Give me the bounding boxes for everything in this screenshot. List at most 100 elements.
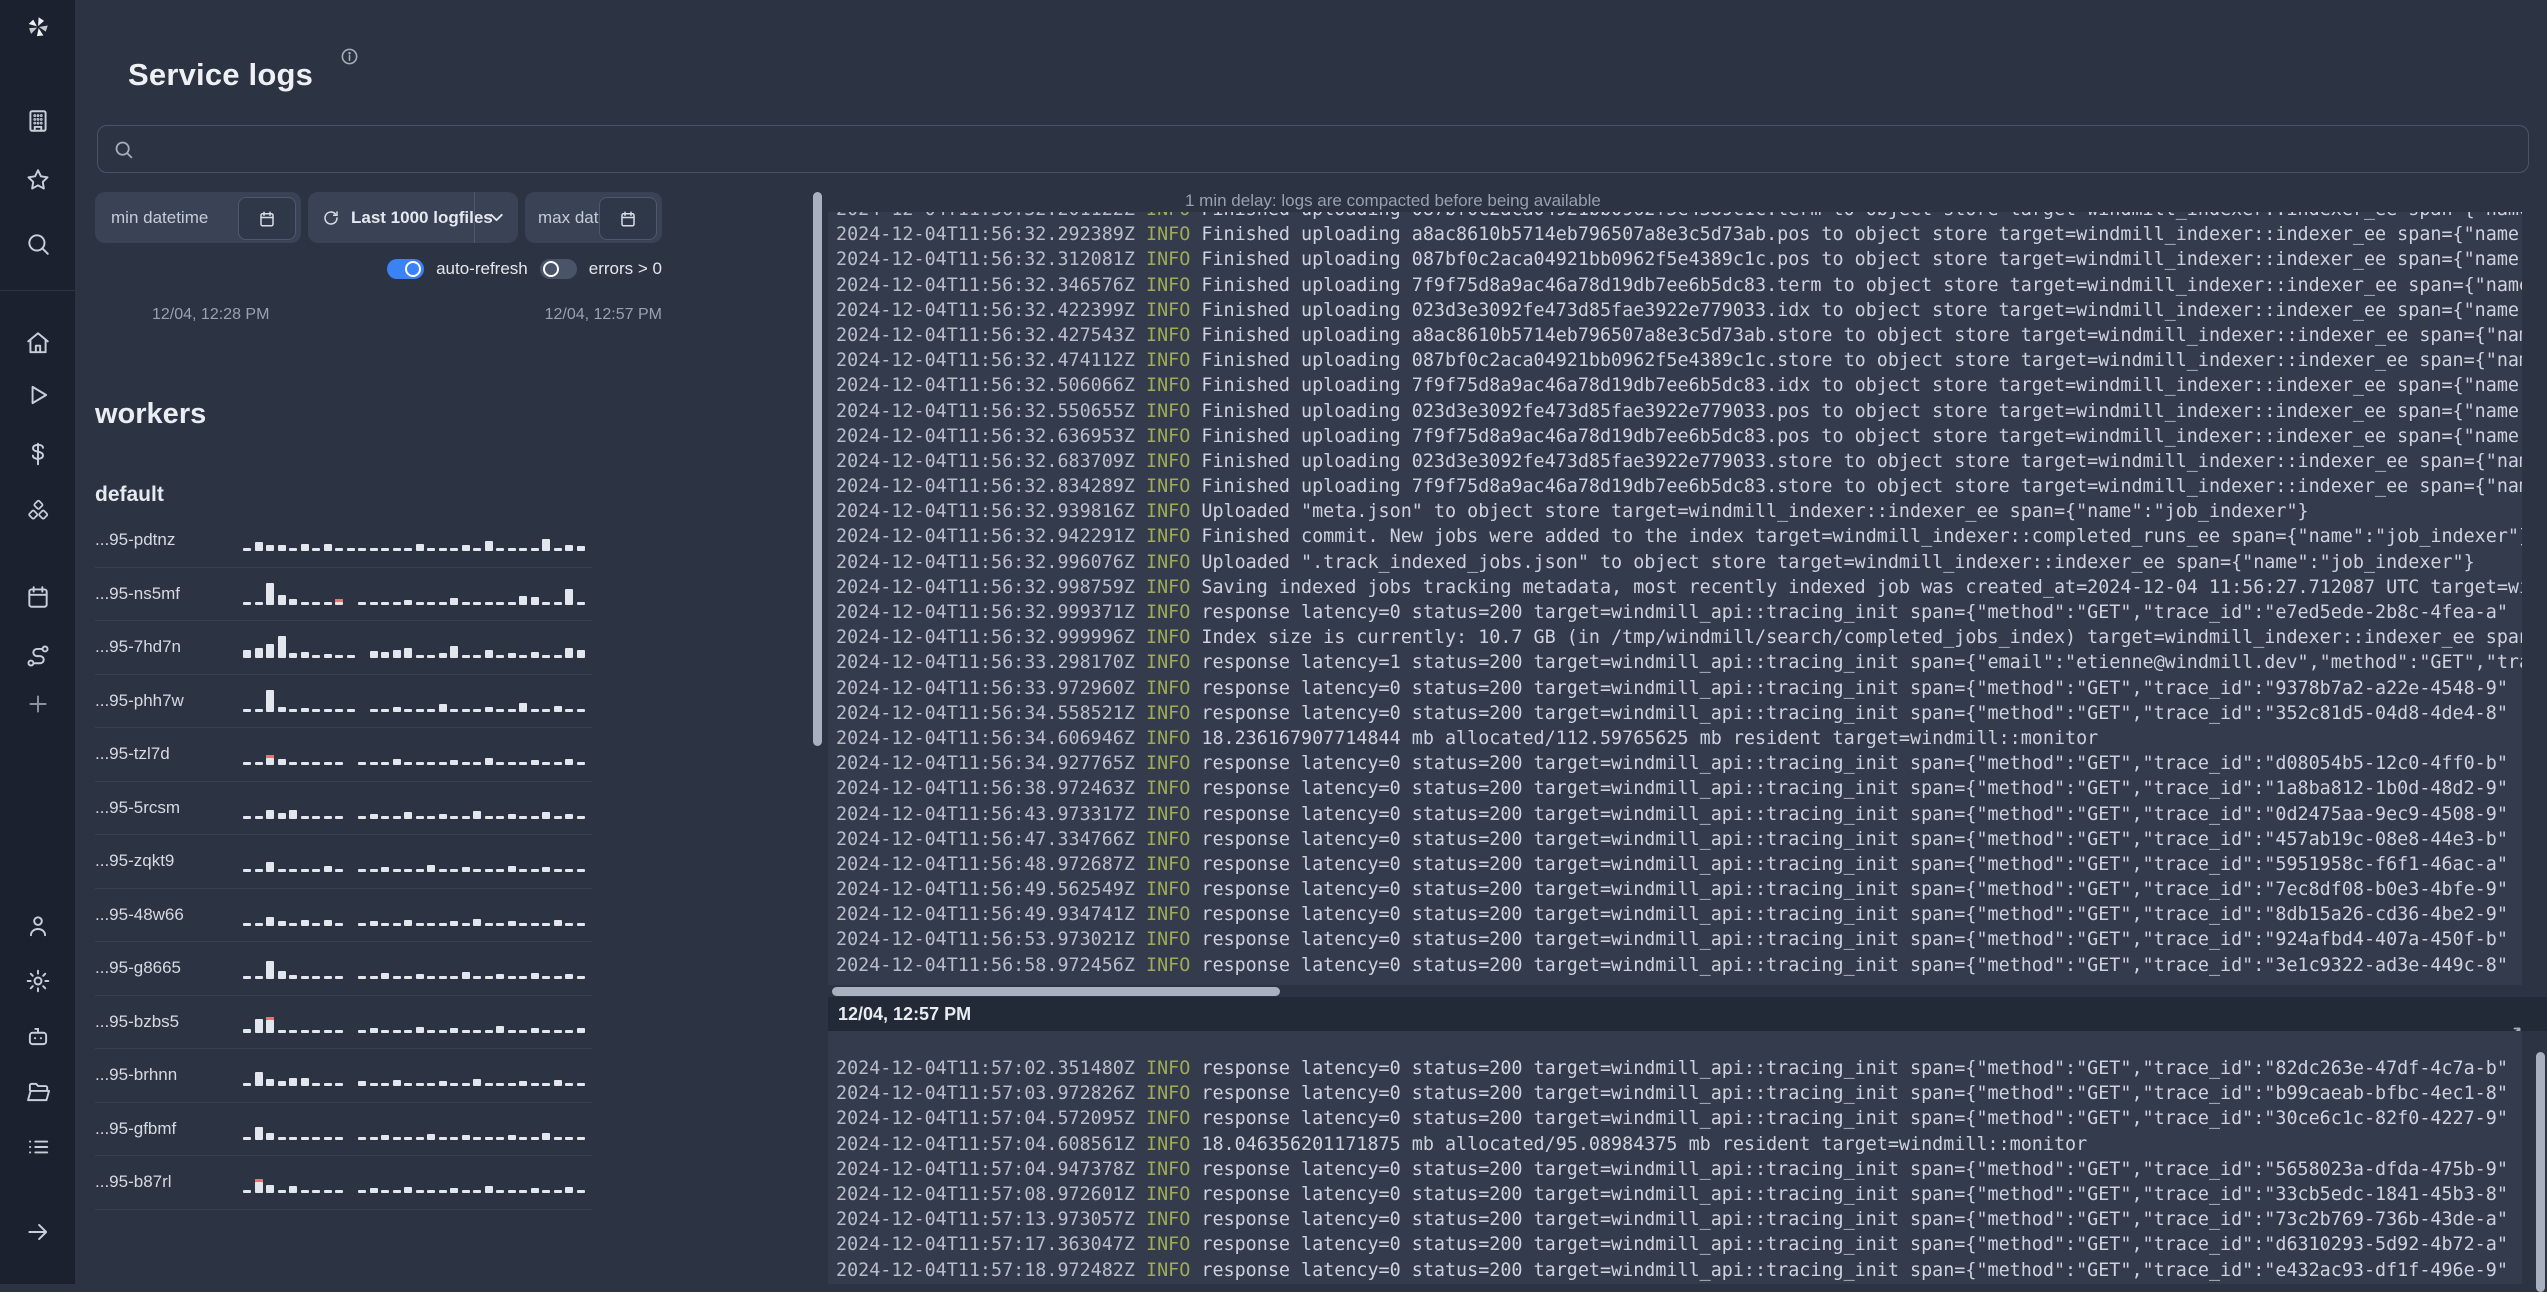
log-line: 2024-12-04T11:56:32.312081Z INFO Finishe… [836, 249, 2522, 271]
workers-scrollbar[interactable] [813, 192, 822, 746]
log-line: 2024-12-04T11:56:32.996076Z INFO Uploade… [836, 551, 2475, 573]
route-icon[interactable] [25, 643, 51, 669]
min-datetime-placeholder: min datetime [111, 207, 209, 227]
worker-row[interactable]: ...95-ns5mf [95, 568, 592, 621]
log-line: 2024-12-04T11:56:32.550655Z INFO Finishe… [836, 400, 2522, 422]
windmill-logo-icon[interactable] [25, 14, 51, 40]
log-line: 2024-12-04T11:56:32.422399Z INFO Finishe… [836, 299, 2522, 321]
errors-label: errors > 0 [588, 259, 662, 278]
log-section-2-header: 12/04, 12:57 PM [828, 997, 2547, 1031]
log-line: 2024-12-04T11:56:33.298170Z INFO respons… [836, 652, 2522, 674]
building-icon[interactable] [25, 108, 51, 134]
worker-name: ...95-bzbs5 [95, 1011, 180, 1031]
errors-toggle[interactable] [539, 259, 577, 279]
worker-activity-sparkline [243, 1169, 592, 1194]
worker-activity-sparkline [243, 634, 592, 659]
calendar-icon [621, 211, 635, 226]
log-line: 2024-12-04T11:57:08.972601Z INFO respons… [836, 1183, 2508, 1205]
worker-row[interactable]: ...95-5rcsm [95, 782, 592, 835]
worker-name: ...95-tzl7d [95, 744, 170, 764]
workers-heading: workers [95, 398, 207, 431]
worker-name: ...95-brhnn [95, 1065, 178, 1085]
log-horizontal-scrollbar[interactable] [832, 987, 1280, 996]
min-datetime-input[interactable]: min datetime [95, 192, 301, 243]
logfiles-select[interactable]: Last 1000 logfiles [308, 192, 518, 243]
logfiles-select-value: Last 1000 logfiles [351, 207, 493, 227]
list-icon[interactable] [25, 1134, 51, 1160]
log-line: 2024-12-04T11:56:32.292389Z INFO Finishe… [836, 224, 2522, 246]
delay-notice: 1 min delay: logs are compacted before b… [1185, 191, 1601, 210]
log-line: 2024-12-04T11:56:32.942291Z INFO Finishe… [836, 526, 2522, 548]
sidebar-divider [0, 290, 75, 291]
worker-name: ...95-g8665 [95, 958, 182, 978]
worker-name: ...95-pdtnz [95, 530, 176, 550]
log-vertical-scrollbar[interactable] [2536, 1052, 2545, 1292]
log-section-2[interactable]: 2024-12-04T11:57:02.351480Z INFO respons… [828, 1031, 2522, 1284]
info-icon[interactable] [340, 47, 359, 66]
log-line: 2024-12-04T11:56:32.999996Z INFO Index s… [836, 627, 2522, 649]
user-icon[interactable] [25, 913, 51, 939]
worker-row[interactable]: ...95-7hd7n [95, 621, 592, 675]
worker-activity-sparkline [243, 848, 592, 873]
log-line: 2024-12-04T11:56:34.558521Z INFO respons… [836, 702, 2508, 724]
worker-row[interactable]: ...95-bzbs5 [95, 996, 592, 1049]
worker-activity-sparkline [243, 581, 592, 605]
home-icon[interactable] [25, 330, 51, 356]
log-section-2-time: 12/04, 12:57 PM [838, 1003, 972, 1024]
worker-row[interactable]: ...95-g8665 [95, 942, 592, 996]
robot-icon[interactable] [25, 1023, 51, 1049]
log-line: 2024-12-04T11:56:32.636953Z INFO Finishe… [836, 425, 2522, 447]
worker-row[interactable]: ...95-b87rl [95, 1156, 592, 1210]
log-line: 2024-12-04T11:57:18.972482Z INFO respons… [836, 1259, 2508, 1281]
chevron-down-icon[interactable] [486, 207, 507, 228]
calendar-icon [260, 211, 274, 226]
worker-row[interactable]: ...95-48w66 [95, 889, 592, 942]
worker-row[interactable]: ...95-gfbmf [95, 1103, 592, 1156]
calendar-nav-icon[interactable] [25, 584, 51, 610]
log-line: 2024-12-04T11:56:34.927765Z INFO respons… [836, 753, 2508, 775]
worker-name: ...95-phh7w [95, 690, 184, 710]
folder-icon[interactable] [25, 1079, 51, 1105]
worker-row[interactable]: ...95-brhnn [95, 1049, 592, 1103]
worker-row[interactable]: ...95-phh7w [95, 675, 592, 728]
arrow-right-icon[interactable] [25, 1219, 51, 1245]
worker-name: ...95-5rcsm [95, 797, 181, 817]
max-calendar-button[interactable] [599, 197, 657, 240]
log-line: 2024-12-04T11:57:03.972826Z INFO respons… [836, 1083, 2508, 1105]
worker-activity-sparkline [243, 1116, 592, 1140]
search-input[interactable] [97, 125, 2529, 173]
log-line: 2024-12-04T11:56:53.973021Z INFO respons… [836, 929, 2508, 951]
log-section-1[interactable]: 2024-12-04T11:56:32.201122Z INFO Finishe… [828, 212, 2522, 985]
dollar-icon[interactable] [25, 441, 51, 467]
log-line: 2024-12-04T11:57:04.608561Z INFO 18.0463… [836, 1133, 2088, 1155]
star-icon[interactable] [25, 167, 51, 193]
worker-row[interactable]: ...95-tzl7d [95, 728, 592, 782]
toggle-knob [542, 261, 559, 277]
play-icon[interactable] [25, 382, 51, 408]
worker-activity-sparkline [243, 795, 592, 819]
worker-name: ...95-zqkt9 [95, 851, 175, 871]
cubes-icon[interactable] [25, 499, 51, 525]
worker-row[interactable]: ...95-pdtnz [95, 514, 592, 568]
log-line: 2024-12-04T11:56:32.201122Z INFO Finishe… [836, 212, 2522, 222]
plus-icon[interactable] [25, 691, 51, 717]
log-line: 2024-12-04T11:57:04.947378Z INFO respons… [836, 1158, 2508, 1180]
max-datetime-input[interactable]: max datetime [525, 192, 662, 243]
min-calendar-button[interactable] [238, 197, 296, 240]
gear-icon[interactable] [25, 968, 51, 994]
worker-name: ...95-b87rl [95, 1172, 172, 1192]
log-line: 2024-12-04T11:56:43.973317Z INFO respons… [836, 803, 2508, 825]
log-line: 2024-12-04T11:56:32.939816Z INFO Uploade… [836, 501, 2309, 523]
auto-refresh-toggle[interactable] [387, 259, 425, 279]
search-nav-icon[interactable] [25, 231, 51, 257]
log-line: 2024-12-04T11:56:49.562549Z INFO respons… [836, 879, 2508, 901]
auto-refresh-label: auto-refresh [436, 259, 528, 278]
log-line: 2024-12-04T11:57:04.572095Z INFO respons… [836, 1108, 2508, 1130]
log-line: 2024-12-04T11:56:32.474112Z INFO Finishe… [836, 350, 2522, 372]
log-line: 2024-12-04T11:56:34.606946Z INFO 18.2361… [836, 727, 2099, 749]
toggle-row: auto-refresh errors > 0 [95, 257, 662, 281]
worker-row[interactable]: ...95-zqkt9 [95, 835, 592, 889]
range-start: 12/04, 12:28 PM [152, 306, 270, 323]
sidebar [0, 0, 75, 1284]
log-line: 2024-12-04T11:56:32.999371Z INFO respons… [836, 602, 2508, 623]
